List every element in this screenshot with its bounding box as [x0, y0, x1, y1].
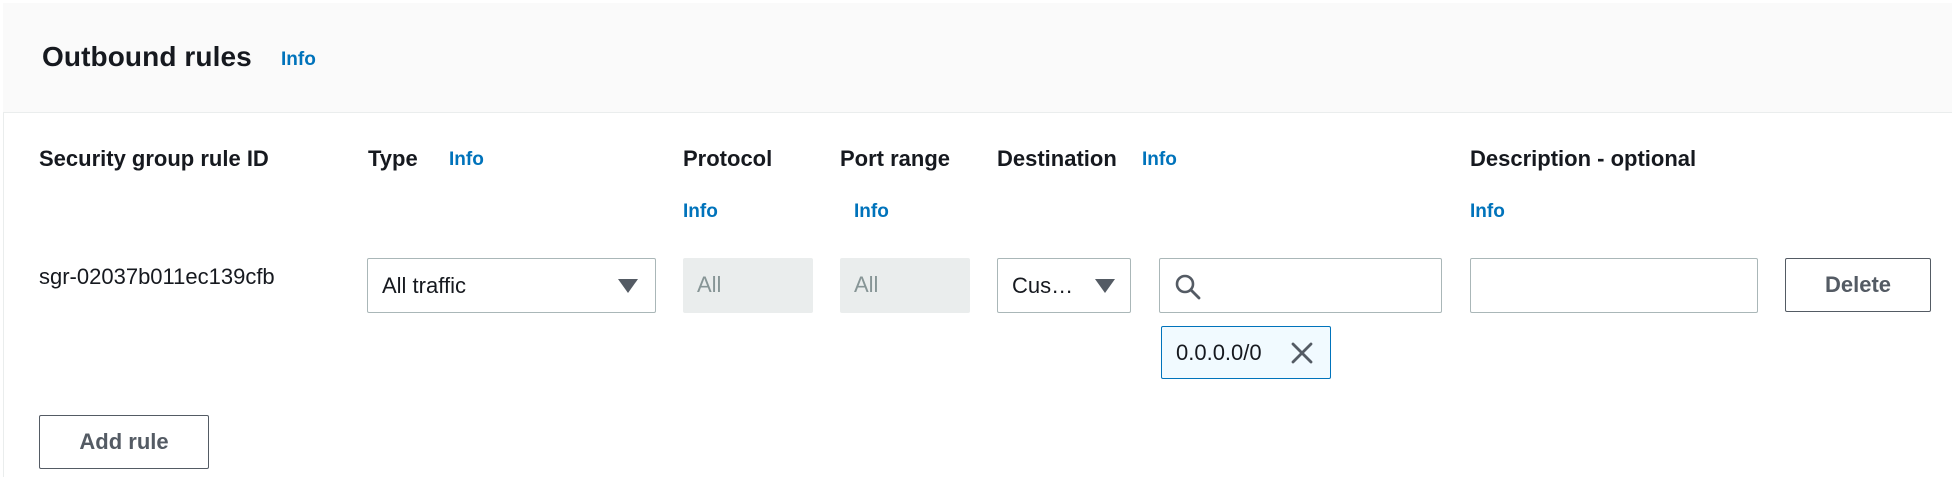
port-range-field: All	[840, 258, 970, 313]
type-info-link[interactable]: Info	[449, 149, 484, 171]
column-header-description: Description - optional	[1470, 146, 1697, 171]
search-icon	[1175, 274, 1201, 300]
destination-token: 0.0.0.0/0	[1161, 326, 1331, 379]
protocol-field: All	[683, 258, 813, 313]
column-header-type: Type	[368, 146, 418, 171]
column-header-protocol: Protocol	[683, 146, 773, 171]
destination-type-value: Cus…	[1012, 273, 1074, 298]
panel-header: Outbound rules Info	[3, 3, 1952, 113]
description-input[interactable]	[1483, 259, 1747, 312]
delete-rule-button[interactable]: Delete	[1785, 258, 1931, 312]
type-select-value: All traffic	[382, 273, 466, 298]
title-info-link[interactable]: Info	[281, 49, 316, 71]
column-header-destination: Destination	[997, 146, 1117, 171]
close-icon[interactable]	[1290, 341, 1314, 365]
column-header-rule-id: Security group rule ID	[39, 146, 269, 171]
type-select[interactable]: All traffic	[367, 258, 656, 313]
port-range-value: All	[854, 272, 879, 297]
description-field[interactable]	[1470, 258, 1758, 313]
column-header-port-range: Port range	[840, 146, 951, 171]
panel-title: Outbound rules	[42, 41, 252, 72]
port-range-info-link[interactable]: Info	[854, 201, 889, 223]
destination-search-field[interactable]	[1159, 258, 1442, 313]
protocol-value: All	[697, 272, 722, 297]
add-rule-button[interactable]: Add rule	[39, 415, 209, 469]
description-info-link[interactable]: Info	[1470, 201, 1505, 223]
protocol-info-link[interactable]: Info	[683, 201, 718, 223]
caret-down-icon	[1095, 279, 1115, 293]
destination-search-input[interactable]	[1212, 259, 1437, 312]
destination-info-link[interactable]: Info	[1142, 149, 1177, 171]
destination-token-value: 0.0.0.0/0	[1176, 340, 1262, 365]
caret-down-icon	[618, 279, 638, 293]
destination-type-select[interactable]: Cus…	[997, 258, 1131, 313]
rule-id-value: sgr-02037b011ec139cfb	[39, 264, 275, 289]
